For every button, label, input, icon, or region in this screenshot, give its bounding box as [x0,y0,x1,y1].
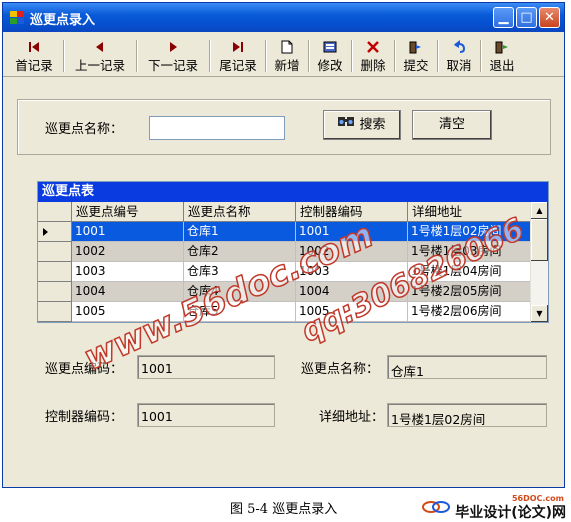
table-cell[interactable]: 1003 [296,262,408,282]
edit-icon [323,40,337,54]
point-code-label: 巡更点编码： [45,362,124,377]
row-indicator[interactable] [38,282,72,302]
column-header[interactable]: 巡更点名称 [184,202,296,222]
column-header[interactable]: 控制器编码 [296,202,408,222]
address-label: 详细地址： [319,410,385,425]
patrol-point-grid: 巡更点表 巡更点编号 巡更点名称 控制器编码 详细地址 1001 仓库1 100… [37,181,549,323]
last-record-button[interactable]: 尾记录 [214,38,262,74]
search-icon [338,111,356,139]
undo-icon [452,40,466,54]
minimize-icon: ▁ [498,10,509,25]
table-cell[interactable]: 1001 [72,222,184,242]
table-cell[interactable]: 仓库3 [184,262,296,282]
toolbar-separator [136,40,138,72]
first-record-icon [27,40,41,54]
delete-icon [366,40,380,54]
scroll-down-arrow-icon[interactable]: ▼ [531,305,548,322]
grid-caption: 巡更点表 [38,182,548,202]
point-code-field[interactable]: 1001 [137,355,275,379]
current-row-icon [43,228,48,236]
table-cell[interactable]: 1001 [296,222,408,242]
search-input[interactable] [149,116,285,140]
table-cell[interactable]: 仓库4 [184,282,296,302]
exit-button[interactable]: 退出 [484,38,520,74]
app-window: 巡更点录入 ▁ □ ✕ 首记录 上一记录 下一记录 尾记录 新增 修改 删除 提… [2,2,565,488]
table-cell[interactable]: 仓库2 [184,242,296,262]
controller-code-label: 控制器编码： [45,410,124,425]
table-cell[interactable]: 1005 [296,302,408,322]
table-cell[interactable]: 1005 [72,302,184,322]
table-cell[interactable]: 1004 [72,282,184,302]
scroll-thumb[interactable] [531,219,548,261]
row-indicator[interactable] [38,262,72,282]
next-record-button[interactable]: 下一记录 [141,38,205,74]
table-cell[interactable]: 1003 [72,262,184,282]
site-logo: 56DOC.com 毕业设计(论文)网 [420,494,568,521]
figure-caption: 图 5-4 巡更点录入 [230,502,338,517]
app-icon [10,11,24,24]
table-cell[interactable]: 1号楼1层02房间 [408,222,532,242]
submit-button[interactable]: 提交 [398,38,434,74]
prev-record-icon [93,40,107,54]
row-indicator-header [38,202,72,222]
window-title: 巡更点录入 [30,13,96,28]
first-record-button[interactable]: 首记录 [9,38,59,74]
maximize-button[interactable]: □ [516,7,537,28]
last-record-icon [231,40,245,54]
point-name-label: 巡更点名称： [301,362,380,377]
table-cell[interactable]: 1002 [296,242,408,262]
toolbar-separator [480,40,482,72]
toolbar-separator [437,40,439,72]
table-cell[interactable]: 仓库5 [184,302,296,322]
exit-icon [495,40,509,54]
minimize-button[interactable]: ▁ [493,7,514,28]
point-name-field[interactable]: 仓库1 [387,355,547,379]
prev-record-button[interactable]: 上一记录 [68,38,132,74]
toolbar-separator [209,40,211,72]
logo-mark-icon [422,501,450,513]
grid-vertical-scrollbar[interactable]: ▲ ▼ [530,202,548,322]
table-cell[interactable]: 1号楼1层03房间 [408,242,532,262]
toolbar-separator [265,40,267,72]
row-indicator[interactable] [38,302,72,322]
new-button[interactable]: 新增 [269,38,305,74]
table-cell[interactable]: 仓库1 [184,222,296,242]
title-bar[interactable]: 巡更点录入 ▁ □ ✕ [3,3,564,32]
row-indicator[interactable] [38,242,72,262]
toolbar: 首记录 上一记录 下一记录 尾记录 新增 修改 删除 提交 取消 退出 [3,32,564,77]
logo-text: 毕业设计(论文)网 [455,505,566,521]
clear-button[interactable]: 清空 [412,110,492,140]
controller-code-field[interactable]: 1001 [137,403,275,427]
column-header[interactable]: 详细地址 [408,202,532,222]
column-header[interactable]: 巡更点编号 [72,202,184,222]
table-cell[interactable]: 1号楼2层05房间 [408,282,532,302]
close-icon: ✕ [544,10,555,25]
new-document-icon [280,40,294,54]
table-cell[interactable]: 1号楼2层06房间 [408,302,532,322]
cancel-button[interactable]: 取消 [441,38,477,74]
search-button[interactable]: 搜索 [323,110,401,140]
submit-icon [409,40,423,54]
toolbar-separator [63,40,65,72]
maximize-icon: □ [520,10,533,25]
table-cell[interactable]: 1004 [296,282,408,302]
search-panel: 巡更点名称： 搜索 清空 [17,99,551,155]
toolbar-separator [351,40,353,72]
edit-button[interactable]: 修改 [312,38,348,74]
next-record-icon [166,40,180,54]
address-field[interactable]: 1号楼1层02房间 [387,403,547,427]
close-button[interactable]: ✕ [539,7,560,28]
table-cell[interactable]: 1号楼1层04房间 [408,262,532,282]
toolbar-separator [308,40,310,72]
search-label: 巡更点名称： [45,122,124,137]
toolbar-separator [394,40,396,72]
table-cell[interactable]: 1002 [72,242,184,262]
delete-button[interactable]: 删除 [355,38,391,74]
row-indicator[interactable] [38,222,72,242]
scroll-up-arrow-icon[interactable]: ▲ [531,202,548,219]
